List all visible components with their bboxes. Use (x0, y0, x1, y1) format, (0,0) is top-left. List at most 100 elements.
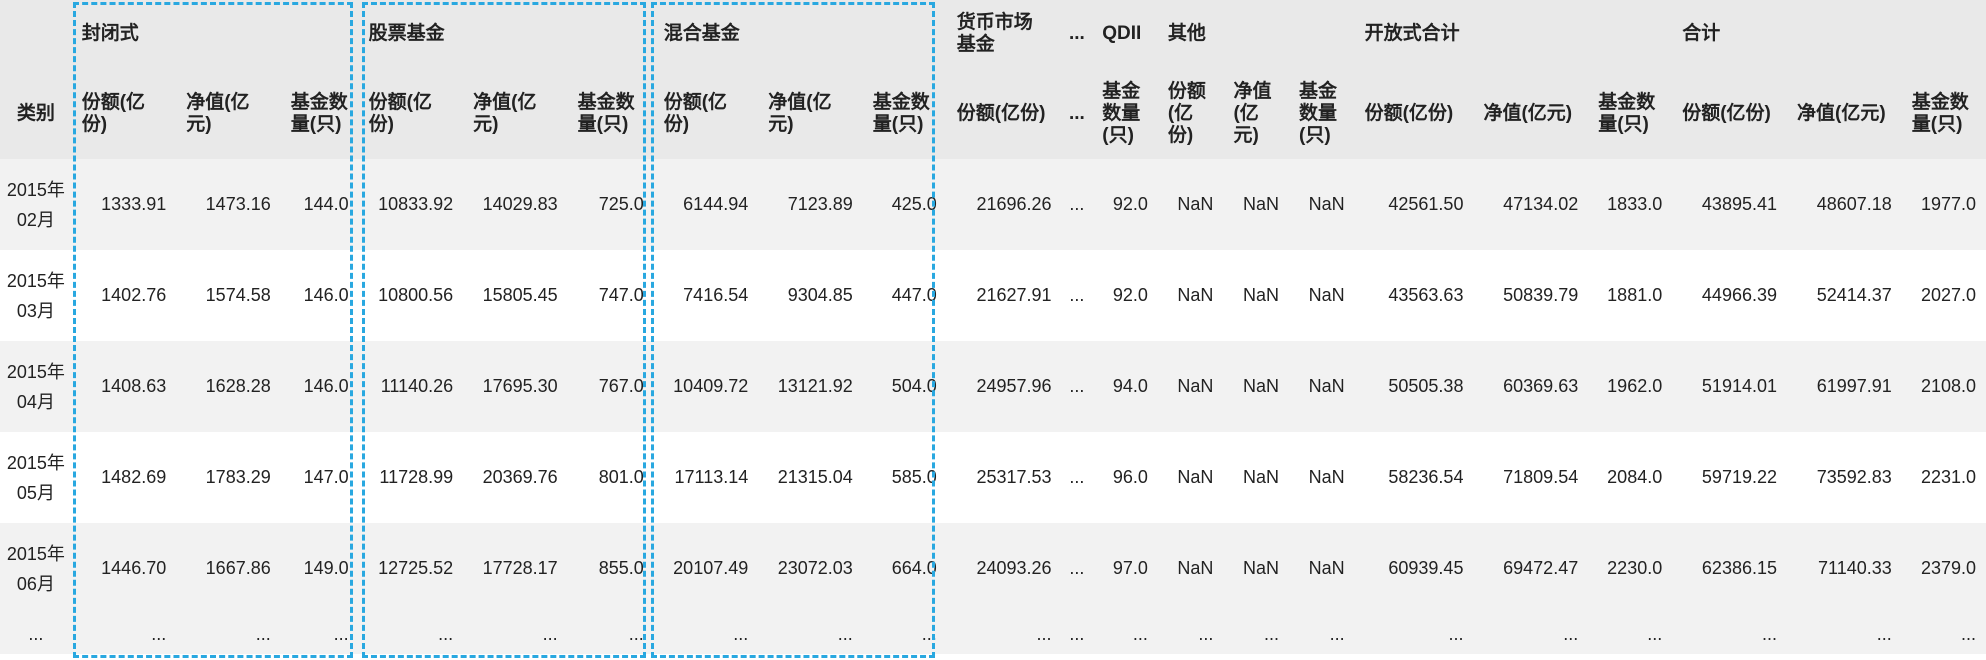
table-cell: NaN (1308, 285, 1345, 305)
header-group-cell (1787, 0, 1902, 68)
header-group-cell (281, 0, 359, 68)
table-cell: 43895.41 (1701, 194, 1777, 214)
table-cell: 97.0 (1112, 558, 1148, 578)
table-cell: 1408.63 (101, 376, 167, 396)
table-cell: 2231.0 (1920, 467, 1976, 487)
table-cell: ... (1069, 467, 1085, 487)
table-cell: 147.0 (303, 467, 349, 487)
header-row-groups: 封闭式 股票基金 混合基金 货币市场基金 ... QDII 其他 开放式合计 合… (0, 0, 1986, 68)
table-cell: 1833.0 (1607, 194, 1663, 214)
header-column: 基金数量(只) (1911, 91, 1969, 135)
table-cell: 17113.14 (674, 467, 749, 487)
ellipsis-cell: ... (438, 623, 454, 644)
table-cell: NaN (1308, 194, 1345, 214)
header-group-cell (1902, 0, 1986, 68)
fund-data-table: 封闭式 股票基金 混合基金 货币市场基金 ... QDII 其他 开放式合计 合… (0, 0, 1986, 654)
ellipsis-cell: ... (837, 623, 853, 644)
row-label: 2015年04月 (6, 361, 65, 412)
ellipsis-cell: ... (1329, 623, 1345, 644)
header-column: 份额(亿份) (956, 102, 1046, 124)
table-cell: 21627.91 (976, 285, 1052, 305)
table-cell: 96.0 (1112, 467, 1148, 487)
header-column: 基金数量(只) (872, 91, 930, 135)
table-body: 2015年02月 1333.91 1473.16 144.0 10833.92 14029… (0, 159, 1986, 654)
header-group-other: 其他 (1167, 23, 1206, 44)
table-cell: 60369.63 (1503, 376, 1579, 396)
table-row: 2015年06月 1446.70 1667.86 149.0 12725.52 17728… (0, 523, 1986, 614)
header-column: 基金数量(只) (290, 91, 348, 135)
table-cell: NaN (1177, 285, 1214, 305)
table-cell: 21696.26 (976, 194, 1052, 214)
table-cell: 24093.26 (976, 558, 1052, 578)
ellipsis-cell: ... (1036, 623, 1052, 644)
table-cell: 1977.0 (1920, 194, 1976, 214)
header-group-cell (1588, 0, 1672, 68)
table-cell: 9304.85 (787, 285, 853, 305)
ellipsis-cell: ... (733, 623, 749, 644)
table-cell: 42561.50 (1388, 194, 1464, 214)
table-cell: 11728.99 (379, 467, 454, 487)
table-cell: NaN (1177, 376, 1214, 396)
ellipsis-cell: ... (1198, 623, 1214, 644)
table-cell: NaN (1308, 558, 1345, 578)
header-column: 净值(亿元) (473, 91, 537, 135)
table-cell: 725.0 (598, 194, 644, 214)
table-cell: 144.0 (303, 194, 349, 214)
table-cell: 664.0 (891, 558, 937, 578)
table-cell: 60939.45 (1388, 558, 1464, 578)
row-label: 2015年02月 (6, 179, 65, 230)
ellipsis-cell: ... (542, 623, 558, 644)
table-cell: 13121.92 (777, 376, 853, 396)
table-cell: 51914.01 (1701, 376, 1777, 396)
table-cell: 59719.22 (1701, 467, 1777, 487)
table-cell: ... (1069, 376, 1085, 396)
ellipsis-cell: ... (1132, 623, 1148, 644)
table-cell: NaN (1243, 194, 1280, 214)
table-cell: 20107.49 (673, 558, 749, 578)
ellipsis-cell: ... (1876, 623, 1892, 644)
table-row-ellipsis: ........................................… (0, 614, 1986, 654)
ellipsis-cell: ... (1264, 623, 1280, 644)
table-cell: NaN (1177, 194, 1214, 214)
table-cell: 2027.0 (1920, 285, 1976, 305)
header-column: 基金数量(只) (577, 91, 635, 135)
table-row: 2015年05月 1482.69 1783.29 147.0 11728.99 20369… (0, 432, 1986, 523)
header-column: 份额(亿份) (1364, 102, 1454, 124)
ellipsis-cell: ... (1647, 623, 1663, 644)
ellipsis-cell: ... (151, 623, 167, 644)
table-cell: ... (1069, 285, 1085, 305)
table-cell: 2379.0 (1920, 558, 1976, 578)
ellipsis-cell: ... (1563, 623, 1579, 644)
table-cell: 1446.70 (101, 558, 167, 578)
header-column: 份额(亿份) (368, 91, 432, 135)
table-cell: 25317.53 (976, 467, 1052, 487)
table-cell: 1881.0 (1607, 285, 1663, 305)
table-cell: NaN (1308, 467, 1345, 487)
header-group-mixed-fund: 混合基金 (663, 23, 740, 44)
table-cell: ... (1069, 558, 1085, 578)
table-cell: 1962.0 (1607, 376, 1663, 396)
header-group-cell (1289, 0, 1355, 68)
table-cell: 2230.0 (1607, 558, 1663, 578)
table-cell: 10800.56 (378, 285, 454, 305)
table-cell: 1473.16 (205, 194, 271, 214)
header-group-qdii: QDII (1102, 23, 1142, 44)
table-cell: 11140.26 (380, 376, 454, 396)
ellipsis-cell: ... (628, 623, 644, 644)
header-column: 份额(亿份) (81, 91, 146, 135)
table-cell: NaN (1243, 285, 1280, 305)
table-cell: 92.0 (1112, 285, 1148, 305)
ellipsis-cell: ... (1448, 623, 1464, 644)
table-cell: 425.0 (891, 194, 937, 214)
table-cell: 47134.02 (1503, 194, 1579, 214)
header-group-ellipsis: ... (1068, 23, 1085, 44)
table-cell: 10833.92 (378, 194, 454, 214)
header-category: 类别 (16, 102, 55, 124)
row-label: 2015年05月 (6, 452, 65, 503)
header-column: 基金数量(只) (1299, 80, 1338, 146)
table-cell: NaN (1243, 467, 1280, 487)
table-row: 2015年02月 1333.91 1473.16 144.0 10833.92 14029… (0, 159, 1986, 250)
table-cell: 585.0 (891, 467, 937, 487)
header-group-stock-fund: 股票基金 (368, 23, 445, 44)
header-group-closed-end: 封闭式 (81, 23, 139, 44)
